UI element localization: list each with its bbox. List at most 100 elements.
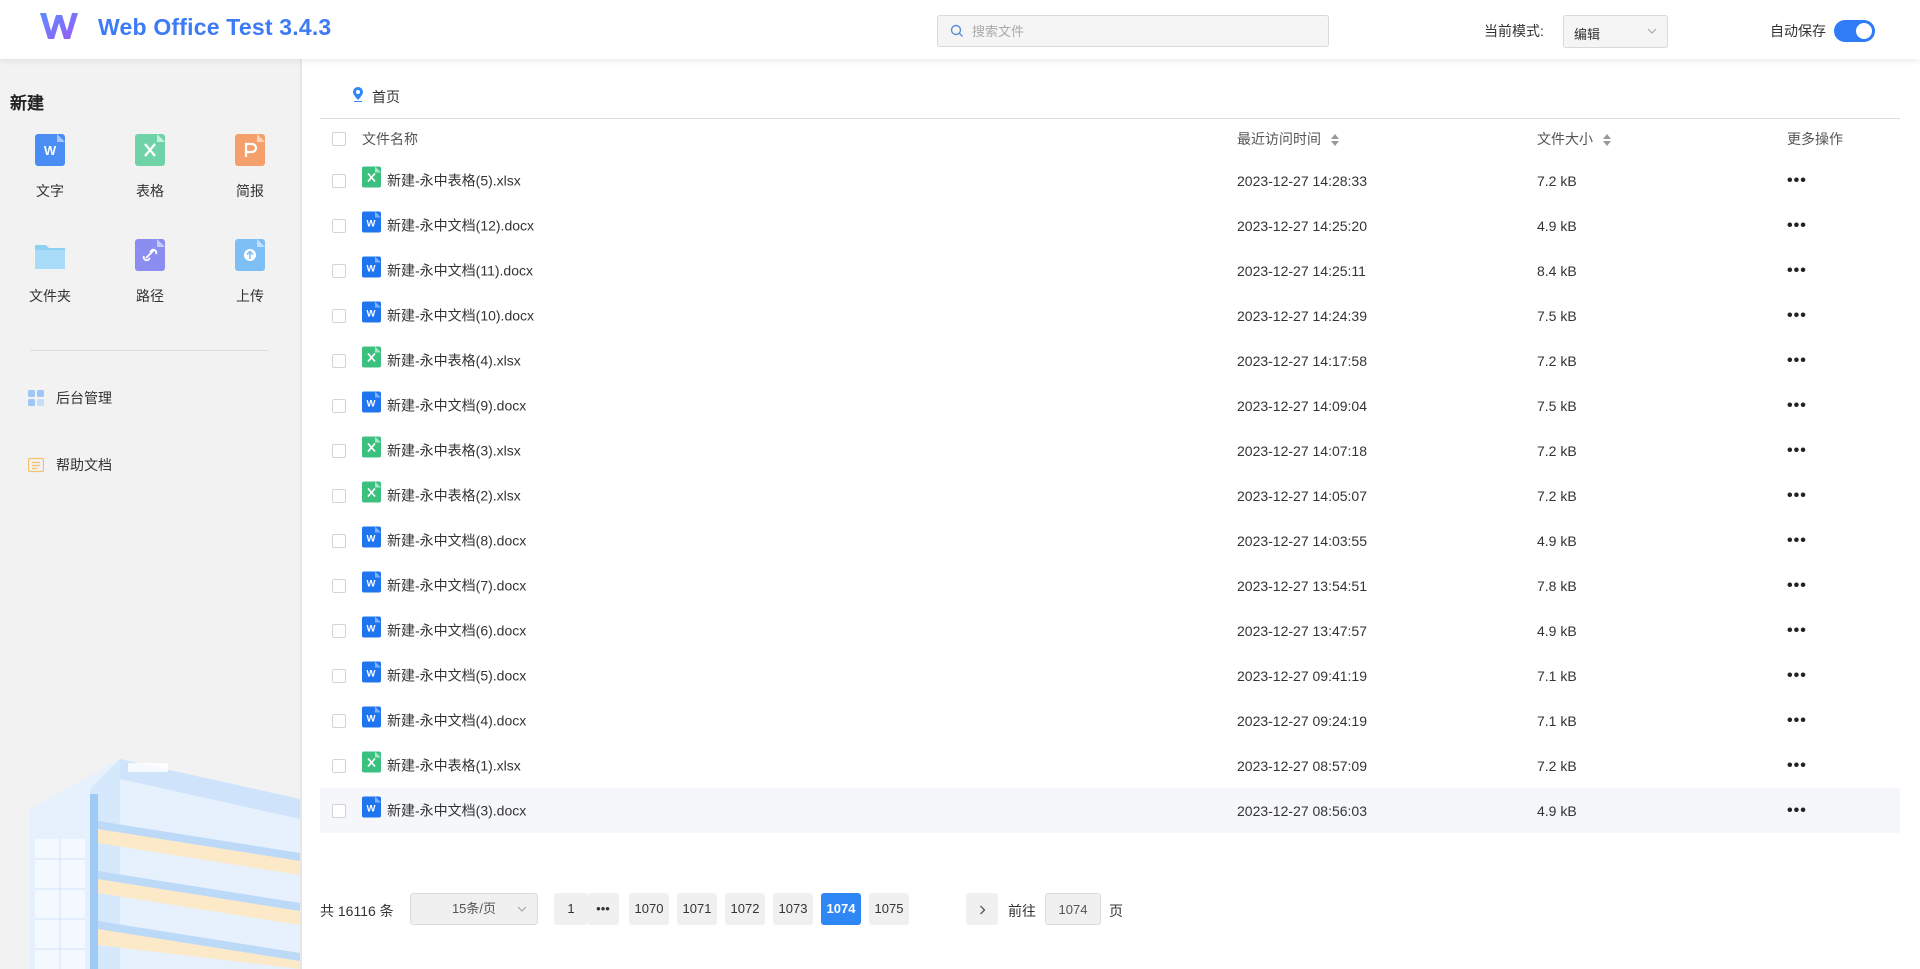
file-name-cell[interactable]: W 新建-永中文档(11).docx	[362, 256, 533, 281]
page-button[interactable]: 1073	[773, 893, 813, 925]
select-all-checkbox[interactable]	[332, 131, 346, 146]
new-presentation-button[interactable]: 简报	[210, 134, 290, 214]
row-checkbox[interactable]	[332, 173, 346, 188]
next-page-button[interactable]	[966, 893, 998, 925]
row-checkbox[interactable]	[332, 488, 346, 503]
more-actions-button[interactable]: •••	[1787, 217, 1807, 235]
more-actions-button[interactable]: •••	[1787, 532, 1807, 550]
page-button[interactable]: 1	[555, 893, 587, 925]
row-checkbox[interactable]	[332, 803, 346, 818]
row-checkbox[interactable]	[332, 308, 346, 323]
access-time: 2023-12-27 14:07:18	[1237, 442, 1367, 459]
column-header-time[interactable]: 最近访问时间	[1237, 129, 1339, 149]
search-box[interactable]	[937, 15, 1329, 47]
more-actions-button[interactable]: •••	[1787, 622, 1807, 640]
file-name-cell[interactable]: 新建-永中表格(4).xlsx	[362, 346, 521, 371]
page-button[interactable]: 1071	[677, 893, 717, 925]
file-name-cell[interactable]: W 新建-永中文档(4).docx	[362, 706, 526, 731]
row-checkbox[interactable]	[332, 353, 346, 368]
row-checkbox[interactable]	[332, 443, 346, 458]
row-checkbox[interactable]	[332, 713, 346, 728]
page-button[interactable]: 1070	[629, 893, 669, 925]
table-row[interactable]: W 新建-永中文档(3).docx 2023-12-27 08:56:03 4.9 k…	[320, 788, 1900, 833]
table-row[interactable]: W 新建-永中文档(6).docx 2023-12-27 13:47:57 4.9 k…	[320, 608, 1900, 653]
table-row[interactable]: W 新建-永中文档(8).docx 2023-12-27 14:03:55 4.9 k…	[320, 518, 1900, 563]
new-link-button[interactable]: 路径	[110, 239, 190, 319]
file-name-cell[interactable]: W 新建-永中文档(10).docx	[362, 301, 534, 326]
chevron-down-icon	[517, 906, 527, 912]
table-row[interactable]: 新建-永中表格(4).xlsx 2023-12-27 14:17:58 7.2 kB…	[320, 338, 1900, 383]
goto-page-input[interactable]	[1045, 893, 1101, 925]
chevron-right-icon	[980, 905, 986, 915]
more-pages-button[interactable]: •••	[587, 893, 619, 925]
mode-select[interactable]: 编辑	[1563, 15, 1668, 48]
file-name-cell[interactable]: W 新建-永中文档(8).docx	[362, 526, 527, 551]
row-checkbox[interactable]	[332, 218, 346, 233]
sidebar-item-help[interactable]: 帮助文档	[28, 455, 112, 475]
more-actions-button[interactable]: •••	[1787, 397, 1807, 415]
table-row[interactable]: 新建-永中表格(5).xlsx 2023-12-27 14:28:33 7.2 kB…	[320, 158, 1900, 203]
row-checkbox[interactable]	[332, 758, 346, 773]
breadcrumb-home[interactable]: 首页	[372, 87, 400, 107]
row-checkbox[interactable]	[332, 398, 346, 413]
word-file-icon: W	[362, 301, 381, 322]
sidebar-item-admin[interactable]: 后台管理	[28, 388, 112, 408]
file-name-cell[interactable]: W 新建-永中文档(5).docx	[362, 661, 526, 686]
file-name-cell[interactable]: W 新建-永中文档(3).docx	[362, 796, 527, 821]
autosave-toggle[interactable]	[1834, 20, 1875, 42]
file-name: 新建-永中文档(3).docx	[387, 802, 527, 819]
new-spreadsheet-button[interactable]: 表格	[110, 134, 190, 214]
search-input[interactable]	[972, 23, 1312, 39]
table-row[interactable]: W 新建-永中文档(10).docx 2023-12-27 14:24:39 7.5 …	[320, 293, 1900, 338]
column-header-size[interactable]: 文件大小	[1537, 129, 1611, 149]
more-actions-button[interactable]: •••	[1787, 487, 1807, 505]
table-row[interactable]: W 新建-永中文档(11).docx 2023-12-27 14:25:11 8.4 …	[320, 248, 1900, 293]
table-row[interactable]: 新建-永中表格(2).xlsx 2023-12-27 14:05:07 7.2 kB…	[320, 473, 1900, 518]
table-row[interactable]: W 新建-永中文档(5).docx 2023-12-27 09:41:19 7.1 k…	[320, 653, 1900, 698]
file-name-cell[interactable]: 新建-永中表格(1).xlsx	[362, 751, 521, 776]
more-actions-button[interactable]: •••	[1787, 757, 1807, 775]
file-name-cell[interactable]: W 新建-永中文档(6).docx	[362, 616, 526, 641]
row-checkbox[interactable]	[332, 578, 346, 593]
row-checkbox[interactable]	[332, 533, 346, 548]
more-actions-button[interactable]: •••	[1787, 262, 1807, 280]
row-checkbox[interactable]	[332, 623, 346, 638]
word-file-icon: W	[362, 661, 381, 682]
table-row[interactable]: W 新建-永中文档(7).docx 2023-12-27 13:54:51 7.8 k…	[320, 563, 1900, 608]
more-actions-button[interactable]: •••	[1787, 172, 1807, 190]
new-word-button[interactable]: W 文字	[10, 134, 90, 214]
table-row[interactable]: W 新建-永中文档(4).docx 2023-12-27 09:24:19 7.1 k…	[320, 698, 1900, 743]
file-name-cell[interactable]: 新建-永中表格(2).xlsx	[362, 481, 521, 506]
table-row[interactable]: 新建-永中表格(1).xlsx 2023-12-27 08:57:09 7.2 kB…	[320, 743, 1900, 788]
file-name-cell[interactable]: W 新建-永中文档(7).docx	[362, 571, 526, 596]
more-actions-button[interactable]: •••	[1787, 442, 1807, 460]
more-actions-button[interactable]: •••	[1787, 577, 1807, 595]
file-name-cell[interactable]: 新建-永中表格(5).xlsx	[362, 166, 521, 191]
more-actions-button[interactable]: •••	[1787, 307, 1807, 325]
file-size: 4.9 kB	[1537, 532, 1577, 549]
file-name: 新建-永中文档(8).docx	[387, 532, 527, 549]
column-header-name: 文件名称	[362, 130, 418, 147]
file-name-cell[interactable]: W 新建-永中文档(9).docx	[362, 391, 526, 416]
table-row[interactable]: W 新建-永中文档(12).docx 2023-12-27 14:25:20 4.9 …	[320, 203, 1900, 248]
page-button[interactable]: 1074	[821, 893, 861, 925]
more-actions-button[interactable]: •••	[1787, 667, 1807, 685]
file-name-cell[interactable]: 新建-永中表格(3).xlsx	[362, 436, 521, 461]
new-item-label: 上传	[236, 288, 264, 304]
file-name: 新建-永中表格(3).xlsx	[387, 442, 521, 459]
table-row[interactable]: W 新建-永中文档(9).docx 2023-12-27 14:09:04 7.5 k…	[320, 383, 1900, 428]
more-actions-button[interactable]: •••	[1787, 352, 1807, 370]
dashboard-icon	[28, 390, 44, 406]
more-actions-button[interactable]: •••	[1787, 712, 1807, 730]
presentation-icon	[235, 134, 265, 166]
upload-button[interactable]: 上传	[210, 239, 290, 319]
new-folder-button[interactable]: 文件夹	[10, 239, 90, 319]
file-name-cell[interactable]: W 新建-永中文档(12).docx	[362, 211, 534, 236]
page-button[interactable]: 1075	[869, 893, 909, 925]
row-checkbox[interactable]	[332, 668, 346, 683]
page-size-select[interactable]: 15条/页	[410, 893, 538, 925]
more-actions-button[interactable]: •••	[1787, 802, 1807, 820]
page-button[interactable]: 1072	[725, 893, 765, 925]
table-row[interactable]: 新建-永中表格(3).xlsx 2023-12-27 14:07:18 7.2 kB…	[320, 428, 1900, 473]
row-checkbox[interactable]	[332, 263, 346, 278]
